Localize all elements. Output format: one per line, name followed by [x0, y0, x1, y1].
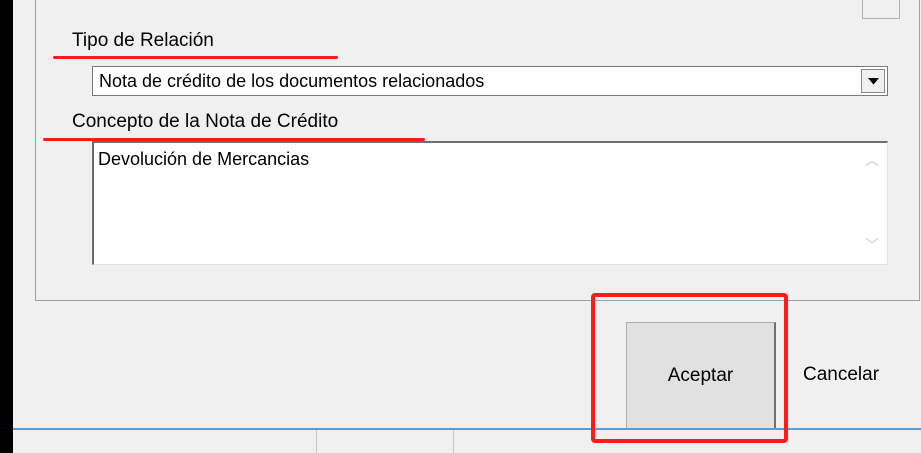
status-cell-divider — [453, 430, 454, 453]
relation-type-label: Tipo de Relación — [72, 30, 214, 51]
relation-type-value: Nota de crédito de los documentos relaci… — [99, 71, 485, 91]
dialog-window: Tipo de Relación Nota de crédito de los … — [13, 0, 921, 453]
dropdown-button[interactable] — [861, 69, 885, 93]
textarea-scrollbar[interactable]: ︿ ﹀ — [857, 143, 887, 264]
annotation-underline — [43, 138, 425, 141]
status-cell-divider — [316, 430, 317, 453]
relation-type-select[interactable]: Nota de crédito de los documentos relaci… — [92, 66, 888, 96]
concept-label: Concepto de la Nota de Crédito — [72, 111, 339, 132]
annotation-highlight-box — [591, 293, 788, 443]
concept-textarea[interactable]: Devolución de Mercancias ︿ ﹀ — [92, 141, 888, 265]
cancel-button[interactable]: Cancelar — [790, 322, 921, 430]
panel-scroll-edge — [862, 0, 900, 19]
screen: Tipo de Relación Nota de crédito de los … — [0, 0, 921, 453]
chevron-down-icon — [868, 78, 879, 85]
annotation-underline — [53, 56, 338, 59]
concept-value: Devolución de Mercancias — [98, 149, 310, 169]
scroll-down-icon[interactable]: ﹀ — [865, 238, 879, 252]
scroll-up-icon[interactable]: ︿ — [865, 153, 879, 167]
form-panel: Tipo de Relación Nota de crédito de los … — [35, 0, 920, 301]
